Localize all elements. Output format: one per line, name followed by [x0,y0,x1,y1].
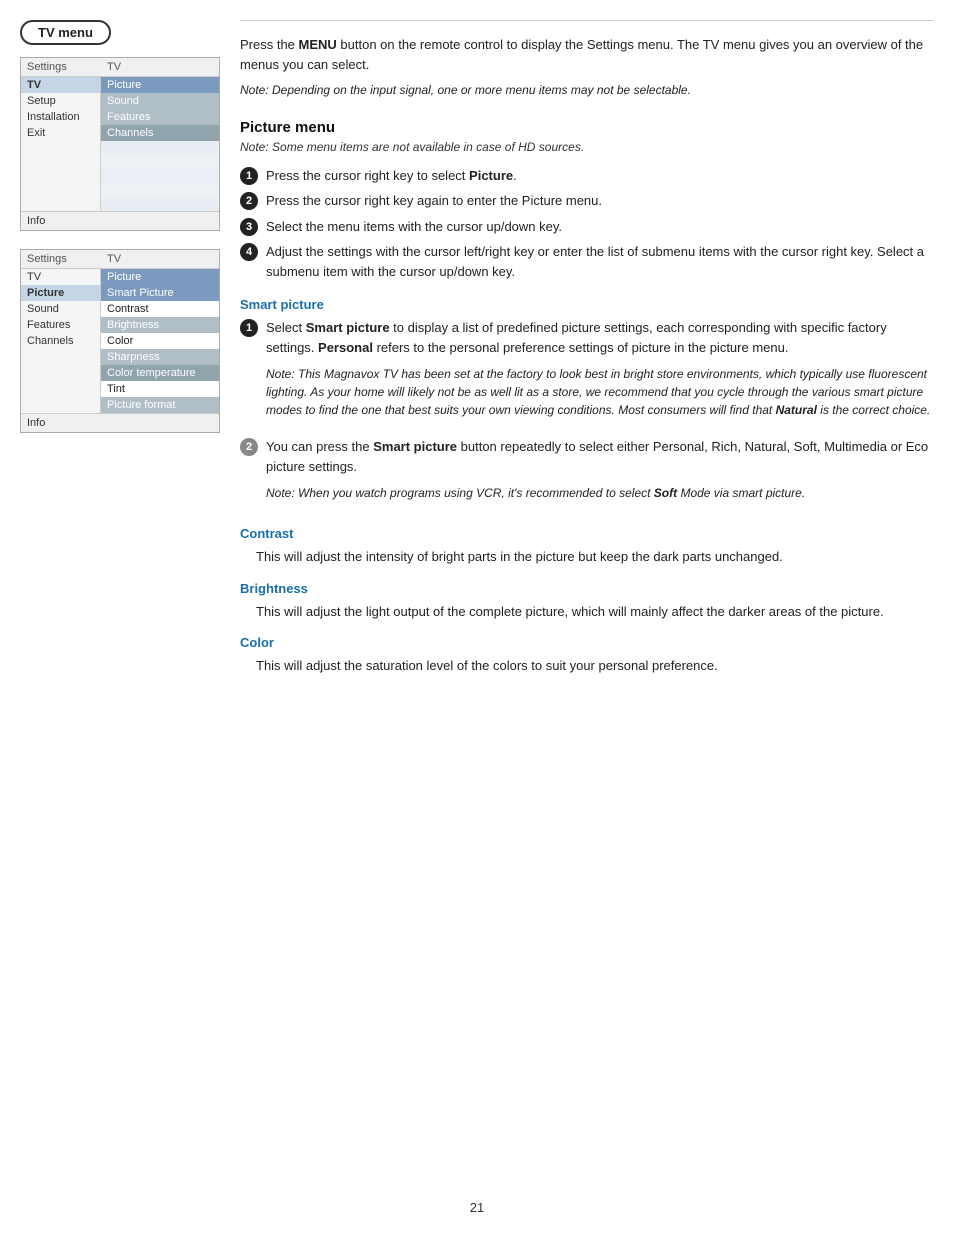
tv-menu-badge: TV menu [20,20,111,45]
brightness-text: This will adjust the light output of the… [256,602,934,622]
menu2-col-tv: TV [107,253,121,265]
menu2-left-sound[interactable]: Sound [21,301,101,317]
picture-menu-steps: 1 Press the cursor right key to select P… [240,166,934,282]
menu2-row-picture-format: Picture format [21,397,219,413]
smart-picture-item1-content: Select Smart picture to display a list o… [266,318,934,427]
brightness-title: Brightness [240,581,934,596]
menu1-row-setup: Setup Sound [21,93,219,109]
step-1-text: Press the cursor right key to select Pic… [266,166,517,186]
menu2-row-sharpness: Sharpness [21,349,219,365]
step-1-num: 1 [240,167,258,185]
menu2-row-tint: Tint [21,381,219,397]
step-4-text: Adjust the settings with the cursor left… [266,242,934,281]
menu1-left-installation[interactable]: Installation [21,109,101,125]
menu2-left-blank2 [21,365,101,381]
menu2-right-color-temp[interactable]: Color temperature [101,365,219,381]
menu2-right-contrast[interactable]: Contrast [101,301,219,317]
contrast-text: This will adjust the intensity of bright… [256,547,934,567]
step-4-num: 4 [240,243,258,261]
menu2-left-features[interactable]: Features [21,317,101,333]
smart-picture-item2-main: You can press the Smart picture button r… [266,437,934,476]
step-2-text: Press the cursor right key again to ente… [266,191,602,211]
menu1-col-tv: TV [107,61,121,73]
smart-picture-item1-main: Select Smart picture to display a list o… [266,318,934,357]
menu2-left-blank4 [21,397,101,413]
intro-text: Press the MENU button on the remote cont… [240,35,934,74]
color-title: Color [240,635,934,650]
picture-menu-note: Note: Some menu items are not available … [240,140,934,154]
step-3-num: 3 [240,218,258,236]
right-panel: Press the MENU button on the remote cont… [240,20,934,1215]
step-2: 2 Press the cursor right key again to en… [240,191,934,211]
smart-picture-item2-num: 2 [240,438,258,456]
left-panel: TV menu Settings TV TV Picture Setup Sou… [20,20,220,1215]
menu1-left-setup[interactable]: Setup [21,93,101,109]
step-3: 3 Select the menu items with the cursor … [240,217,934,237]
menu1-right-features[interactable]: Features [101,109,219,125]
intro-note: Note: Depending on the input signal, one… [240,82,934,99]
smart-picture-item2-note: Note: When you watch programs using VCR,… [266,484,934,502]
menu2-right-color[interactable]: Color [101,333,219,349]
smart-picture-item1-note: Note: This Magnavox TV has been set at t… [266,365,934,419]
menu1-right-sound[interactable]: Sound [101,93,219,109]
menu2-left-blank3 [21,381,101,397]
menu2-right-sharpness[interactable]: Sharpness [101,349,219,365]
menu2-right-picture-format[interactable]: Picture format [101,397,219,413]
menu-box-1: Settings TV TV Picture Setup Sound Insta… [20,57,220,231]
menu2-info: Info [21,413,219,432]
menu2-row-color-temp: Color temperature [21,365,219,381]
smart-picture-title: Smart picture [240,297,934,312]
color-text: This will adjust the saturation level of… [256,656,934,676]
picture-menu-title: Picture menu [240,119,934,136]
menu2-row-sound: Sound Contrast [21,301,219,317]
menu2-right-smart-picture[interactable]: Smart Picture [101,285,219,301]
step-4: 4 Adjust the settings with the cursor le… [240,242,934,281]
menu1-col-settings: Settings [27,61,107,73]
top-divider [240,20,934,21]
page-number: 21 [470,1200,484,1215]
menu1-right-channels[interactable]: Channels [101,125,219,141]
contrast-title: Contrast [240,526,934,541]
smart-picture-item2: 2 You can press the Smart picture button… [240,437,934,510]
menu2-left-tv[interactable]: TV [21,269,101,285]
menu2-right-picture-header[interactable]: Picture [101,269,219,285]
menu2-col-settings: Settings [27,253,107,265]
smart-picture-item1-num: 1 [240,319,258,337]
menu-box-2: Settings TV TV Picture Picture Smart Pic… [20,249,220,433]
menu2-right-tint[interactable]: Tint [101,381,219,397]
smart-picture-item1: 1 Select Smart picture to display a list… [240,318,934,427]
menu1-row-installation: Installation Features [21,109,219,125]
menu1-left-exit[interactable]: Exit [21,125,101,141]
menu2-left-channels[interactable]: Channels [21,333,101,349]
menu2-row-features: Features Brightness [21,317,219,333]
menu1-left-tv[interactable]: TV [21,77,101,93]
menu2-left-picture[interactable]: Picture [21,285,101,301]
step-3-text: Select the menu items with the cursor up… [266,217,562,237]
menu2-left-blank1 [21,349,101,365]
menu1-row-exit: Exit Channels [21,125,219,141]
menu1-right-picture[interactable]: Picture [101,77,219,93]
step-2-num: 2 [240,192,258,210]
menu2-row-picture: Picture Smart Picture [21,285,219,301]
menu2-right-brightness[interactable]: Brightness [101,317,219,333]
smart-picture-item2-content: You can press the Smart picture button r… [266,437,934,510]
menu1-row-tv: TV Picture [21,77,219,93]
menu2-row-tv: TV Picture [21,269,219,285]
menu2-row-channels: Channels Color [21,333,219,349]
step-1: 1 Press the cursor right key to select P… [240,166,934,186]
menu1-info: Info [21,211,219,230]
